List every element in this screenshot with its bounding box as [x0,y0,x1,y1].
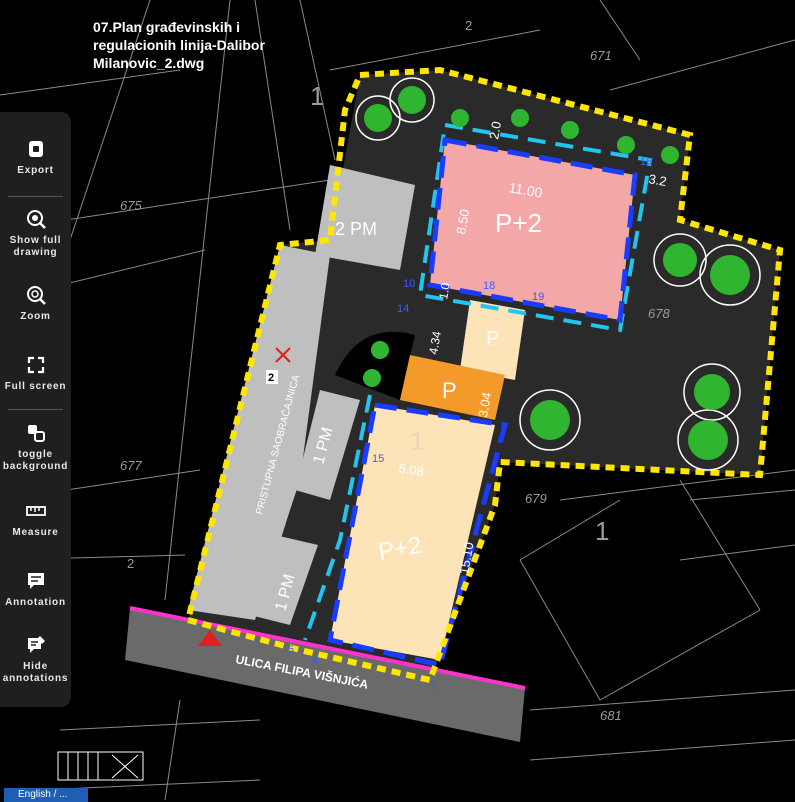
full-screen-button[interactable]: Full screen [0,354,71,393]
point-number: 5 [288,644,294,656]
parcel-number: 679 [525,491,547,506]
export-label: Export [17,165,54,176]
show-full-drawing-icon [26,210,46,229]
full-screen-icon [27,356,44,374]
export-icon [28,141,43,157]
export-button[interactable]: Export [0,138,71,177]
ruler-icon [25,506,46,516]
toggle-background-icon [27,425,45,442]
point-number: 18 [483,280,495,292]
side-toolbar: Export Show full drawing Zoom Full scree… [0,112,71,707]
point-number: 19 [532,291,544,303]
dimension-label: 1.0 [436,281,453,300]
hide-annotations-button[interactable]: Hide annotations [0,634,71,685]
lot-number: 1 [410,426,424,456]
building-label: P+2 [495,208,542,238]
dimension-label: 3.2 [647,171,667,189]
cad-drawing: 671 675 677 678 679 681 P+2 P+2 P P 2 PM… [0,0,795,800]
show-full-drawing-label: Show full drawing [9,235,62,258]
dimension-label: 2.0 [486,120,504,140]
point-number: 10 [403,278,415,290]
zoom-icon [26,286,46,305]
hide-annotations-label: Hide annotations [2,661,69,684]
annotation-label: Annotation [5,597,66,608]
zoom-button[interactable]: Zoom [0,284,71,323]
hide-annotations-icon [27,636,45,653]
measure-label: Measure [12,527,59,538]
toggle-background-label: toggle background [2,449,69,472]
point-number: 15 [372,453,384,465]
show-full-drawing-button[interactable]: Show full drawing [0,208,71,259]
parcel-number: 681 [600,708,622,723]
parcel-number: 675 [120,198,142,213]
full-screen-label: Full screen [4,381,67,392]
lot-number: 2 [127,556,134,571]
marker-label: 2 [268,372,274,384]
lot-number: 1 [310,81,324,111]
lot-number: 1 [595,516,609,546]
drawing-canvas[interactable]: 671 675 677 678 679 681 P+2 P+2 P P 2 PM… [0,0,795,800]
block-label: P [442,378,457,403]
zoom-label: Zoom [20,311,51,322]
point-number: 16 [640,156,652,168]
measure-button[interactable]: Measure [0,500,71,539]
annotation-icon [27,573,44,589]
hatch-symbol [57,751,144,781]
annotation-button[interactable]: Annotation [0,570,71,609]
lot-number: 2 [465,18,472,33]
point-number: 1 [430,681,436,693]
parking-label: 2 PM [335,219,377,239]
parcel-number: 677 [120,458,142,473]
point-number: 14 [397,303,409,315]
parcel-number: 671 [590,48,612,63]
file-title: 07.Plan građevinskih i regulacionih lini… [93,19,265,71]
parcel-number: 678 [648,306,670,321]
point-number: 4 [312,654,318,666]
block-label: P [486,328,499,350]
toggle-background-button[interactable]: toggle background [0,422,71,473]
